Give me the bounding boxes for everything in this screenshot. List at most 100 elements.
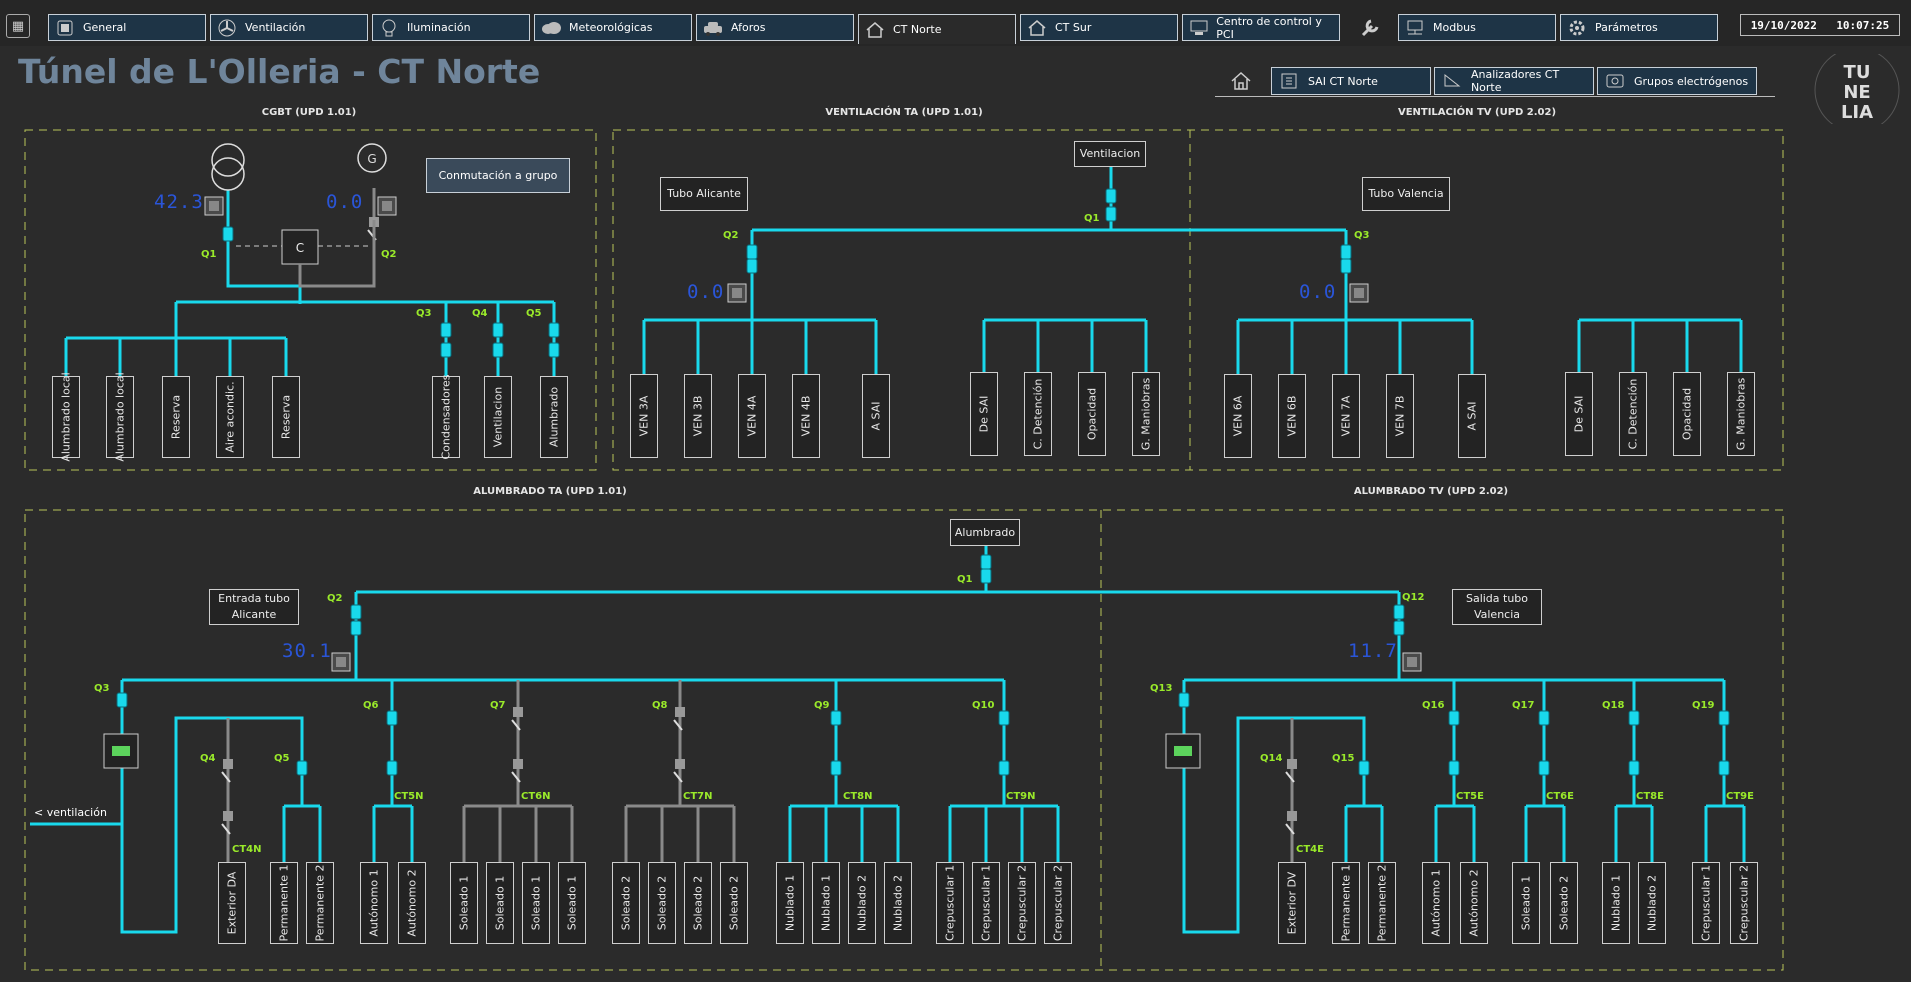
vent-load-box: G. Maniobras [1727,372,1755,456]
svg-text:C: C [296,241,304,255]
bus-line [1436,680,1474,808]
load-label: Autónomo 1 [367,869,381,937]
vent-load-box: VEN 6B [1278,374,1306,458]
load-label: Permanente 2 [313,864,327,942]
alum-load-box: Autónomo 1 [360,862,388,944]
vent-load-box: G. Maniobras [1132,372,1160,456]
load-label: VEN 6B [1285,395,1299,437]
entrada-tubo-label: Entrada tubo Alicante [209,589,299,625]
load-label: Soleado 1 [493,875,507,931]
vent-load-box: C. Detención [1024,372,1052,456]
closed-breaker-icon [386,710,398,726]
bus-line [644,230,876,322]
alum-load-box: Autónomo 2 [398,862,426,944]
closed-breaker-icon [1448,760,1460,776]
closed-breaker-icon [1448,710,1460,726]
protection-icon-tv [1165,733,1201,769]
alumbrado-label: Alumbrado [950,519,1020,546]
ct-label: CT6N [521,791,551,802]
breaker-label: Q1 [1084,213,1100,224]
load-label: A SAI [1465,401,1479,431]
conmutacion-grupo-button[interactable]: Conmutación a grupo [426,158,570,193]
vent-load-box: VEN 4A [738,374,766,458]
closed-breaker-icon [1718,760,1730,776]
vent-load-box: De SAI [970,372,998,456]
load-label: Permanente 1 [1339,864,1353,942]
vent-load-box: VEN 3A [630,374,658,458]
closed-breaker-icon [998,760,1010,776]
alum-load-box: Crepuscular 2 [1730,862,1758,944]
closed-breaker-icon [1538,710,1550,726]
cgbt-load-box: Reserva [272,376,300,458]
vent-load-box: Opacidad [1673,372,1701,456]
load-label: Condensadores [439,374,453,460]
breaker-label: Q8 [652,700,668,711]
closed-breaker-icon [350,604,362,620]
cgbt-load-box: Alumbrado local [52,372,80,462]
closed-breaker-icon [350,620,362,636]
breaker-label: Q4 [200,753,216,764]
cgbt-load-box: Ventilacion [484,376,512,458]
alum-load-box: Nublado 1 [1602,862,1630,944]
closed-breaker-icon [1393,604,1405,620]
meter-screen [209,201,219,211]
meter-value-q2: 0.0 [326,191,364,213]
closed-breaker-icon [746,258,758,274]
closed-breaker-icon [1718,710,1730,726]
meter-value-alum-tv: 11.7 [1348,640,1398,662]
ct-label: CT6E [1546,791,1574,802]
cgbt-load-box: Condensadores [432,374,460,460]
closed-breaker-icon [980,568,992,584]
meter-screen [382,201,392,211]
alum-load-box: Permanente 2 [306,862,334,944]
load-label: Soleado 1 [1519,875,1533,931]
closed-breaker-icon [440,322,452,338]
bus-line [464,680,572,808]
load-label: VEN 7A [1339,395,1353,437]
load-label: Crepuscular 2 [1015,864,1029,942]
transformer-icon [211,143,245,191]
load-label: Alumbrado local [59,372,73,462]
ct-label: CT9N [1006,791,1036,802]
alum-load-box: Exterior DV [1278,862,1306,944]
load-label: Soleado 2 [619,875,633,931]
breaker-label: Q15 [1332,753,1355,764]
bus-line [950,680,1058,808]
breaker-label: Q3 [416,308,432,319]
alum-load-box: Autónomo 1 [1422,862,1450,944]
breaker-label: Q13 [1150,683,1173,694]
closed-breaker-icon [1340,258,1352,274]
ct-label: CT4E [1296,844,1324,855]
breaker-label: Q5 [526,308,542,319]
bus-line [1238,230,1472,322]
ct-label: CT7N [683,791,713,802]
meter-screen [1407,657,1417,667]
closed-breaker-icon [548,322,560,338]
tubo-valencia-label: Tubo Valencia [1362,177,1450,211]
load-label: VEN 6A [1231,395,1245,437]
meter-screen [732,288,742,298]
load-label: Permanente 1 [277,864,291,942]
load-label: Nublado 1 [819,874,833,932]
load-label: VEN 3B [691,395,705,437]
breaker-label: Q5 [274,753,290,764]
open-breaker-icon [223,759,233,769]
load-label: De SAI [1572,395,1586,433]
closed-breaker-icon [1358,760,1370,776]
ventilacion-link[interactable]: < ventilación [34,806,107,819]
vent-load-box: VEN 7A [1332,374,1360,458]
single-line-diagram: G C [24,129,1784,971]
closed-breaker-icon [1340,244,1352,260]
salida-tubo-label: Salida tubo Valencia [1452,589,1542,625]
ct-label: CT8N [843,791,873,802]
closed-breaker-icon [746,244,758,260]
cgbt-load-box: Alumbrado [540,376,568,458]
load-label: G. Maniobras [1734,377,1748,451]
closed-breaker-icon [1628,760,1640,776]
load-label: Exterior DV [1285,871,1299,935]
load-label: Exterior DA [225,871,239,935]
closed-breaker-icon [830,710,842,726]
cgbt-load-box: Reserva [162,376,190,458]
meter-value-vent-tv: 0.0 [1299,281,1337,303]
load-label: Nublado 2 [1645,874,1659,932]
